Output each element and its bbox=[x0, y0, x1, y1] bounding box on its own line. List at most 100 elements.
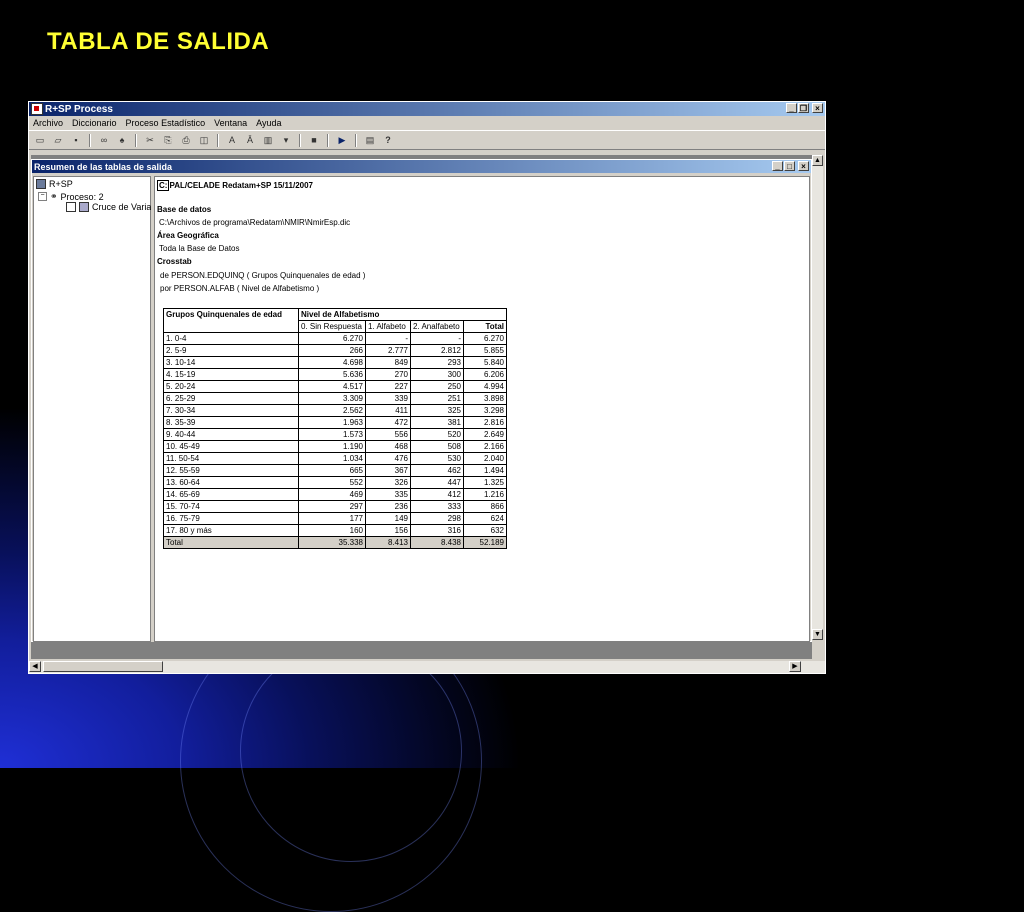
value-cell: 6.270 bbox=[298, 332, 366, 345]
restore-button[interactable]: ❐ bbox=[798, 103, 809, 113]
menu-ventana[interactable]: Ventana bbox=[214, 118, 247, 128]
vertical-scrollbar[interactable]: ▲ ▼ bbox=[812, 155, 823, 640]
scroll-up-button[interactable]: ▲ bbox=[812, 155, 823, 166]
row-label-cell: 5. 20-24 bbox=[163, 380, 299, 393]
column-header: 1. Alfabeto bbox=[365, 320, 411, 333]
stop-icon[interactable]: ■ bbox=[307, 134, 321, 147]
crosstab-col-var: por PERSON.ALFAB ( Nivel de Alfabetismo … bbox=[160, 284, 320, 293]
run-icon[interactable]: ▶ bbox=[335, 134, 349, 147]
value-cell: 297 bbox=[298, 500, 366, 513]
tree-root-label: R+SP bbox=[49, 179, 73, 189]
value-cell: 149 bbox=[365, 512, 411, 525]
toolbar-separator bbox=[135, 133, 137, 147]
value-cell: 849 bbox=[365, 356, 411, 369]
cut-icon[interactable]: ✂ bbox=[143, 134, 157, 147]
child-minimize-button[interactable]: _ bbox=[772, 161, 783, 171]
value-cell: 3.898 bbox=[463, 392, 507, 405]
value-cell: 35.338 bbox=[298, 536, 366, 549]
tree-root[interactable]: R+SP bbox=[36, 179, 73, 189]
scroll-thumb[interactable] bbox=[43, 661, 163, 672]
child-maximize-button[interactable]: □ bbox=[784, 161, 795, 171]
close-button[interactable]: × bbox=[812, 103, 823, 113]
value-cell: 462 bbox=[410, 464, 464, 477]
row-label-cell: 16. 75-79 bbox=[163, 512, 299, 525]
menu-proceso-estadistico[interactable]: Proceso Estadístico bbox=[126, 118, 206, 128]
value-cell: 866 bbox=[463, 500, 507, 513]
table-row: 5. 20-24 4.517 227 250 4.994 bbox=[163, 380, 507, 393]
font-smaller-icon[interactable]: Ā bbox=[243, 134, 257, 147]
print-icon[interactable]: ⎙ bbox=[179, 134, 193, 147]
value-cell: 6.270 bbox=[463, 332, 507, 345]
child-title: Resumen de las tablas de salida bbox=[34, 161, 173, 172]
value-cell: 2.812 bbox=[410, 344, 464, 357]
db-label: Base de datos bbox=[157, 205, 212, 214]
value-cell: 5.636 bbox=[298, 368, 366, 381]
find-replace-icon[interactable]: ♠ bbox=[115, 134, 129, 147]
chart-dropdown-icon[interactable]: ▾ bbox=[279, 134, 293, 147]
report-header-text: PAL/CELADE Redatam+SP 15/11/2007 bbox=[169, 181, 314, 190]
child-titlebar[interactable]: Resumen de las tablas de salida _ □ × bbox=[32, 160, 811, 173]
value-cell: 1.963 bbox=[298, 416, 366, 429]
properties-icon[interactable]: ▤ bbox=[363, 134, 377, 147]
row-header: Grupos Quinquenales de edad bbox=[163, 308, 299, 321]
table-row: 11. 50-54 1.034 476 530 2.040 bbox=[163, 452, 507, 465]
value-cell: 8.438 bbox=[410, 536, 464, 549]
value-cell: 624 bbox=[463, 512, 507, 525]
row-label-cell: 14. 65-69 bbox=[163, 488, 299, 501]
menu-archivo[interactable]: Archivo bbox=[33, 118, 63, 128]
new-file-icon[interactable]: ▭ bbox=[33, 134, 47, 147]
scroll-right-button[interactable]: ▶ bbox=[789, 661, 801, 672]
value-cell: 227 bbox=[365, 380, 411, 393]
app-icon[interactable] bbox=[31, 103, 43, 115]
value-cell: 1.034 bbox=[298, 452, 366, 465]
value-cell: 293 bbox=[410, 356, 464, 369]
value-cell: 298 bbox=[410, 512, 464, 525]
table-row: 14. 65-69 469 335 412 1.216 bbox=[163, 488, 507, 501]
row-label-cell: 9. 40-44 bbox=[163, 428, 299, 441]
row-label-cell: 4. 15-19 bbox=[163, 368, 299, 381]
menu-ayuda[interactable]: Ayuda bbox=[256, 118, 281, 128]
db-path: C:\Archivos de programa\Redatam\NMIR\Nmi… bbox=[159, 218, 351, 227]
binoculars-icon[interactable]: ∞ bbox=[97, 134, 111, 147]
minimize-button[interactable]: _ bbox=[786, 103, 797, 113]
collapse-icon[interactable]: − bbox=[38, 192, 47, 201]
scroll-left-button[interactable]: ◀ bbox=[29, 661, 41, 672]
menu-diccionario[interactable]: Diccionario bbox=[72, 118, 117, 128]
save-icon[interactable]: ▪ bbox=[69, 134, 83, 147]
value-cell: 1.494 bbox=[463, 464, 507, 477]
value-cell: 2.040 bbox=[463, 452, 507, 465]
print-preview-icon[interactable]: ◫ bbox=[197, 134, 211, 147]
checkbox-icon[interactable] bbox=[66, 202, 76, 212]
app-window: R+SP Process _ ❐ × Archivo Diccionario P… bbox=[28, 101, 826, 674]
toolbar: ▭ ▱ ▪ ∞ ♠ ✂ ⎘ ⎙ ◫ A Ā ▥ ▾ ■ ▶ ▤ ? bbox=[29, 130, 825, 150]
tree-process[interactable]: − ⚭ Proceso: 2 bbox=[38, 191, 104, 202]
value-cell: 270 bbox=[365, 368, 411, 381]
app-title: R+SP Process bbox=[45, 103, 113, 115]
value-cell: 1.216 bbox=[463, 488, 507, 501]
copy-icon[interactable]: ⎘ bbox=[161, 134, 175, 147]
value-cell: 2.166 bbox=[463, 440, 507, 453]
value-cell: 632 bbox=[463, 524, 507, 537]
report-header: C: PAL/CELADE Redatam+SP 15/11/2007 bbox=[157, 180, 313, 191]
report-header-prefix: C: bbox=[157, 180, 170, 191]
tree-process-label: Proceso: 2 bbox=[60, 191, 104, 202]
child-close-button[interactable]: × bbox=[798, 161, 809, 171]
table-row: 13. 60-64 552 326 447 1.325 bbox=[163, 476, 507, 489]
app-titlebar[interactable]: R+SP Process _ ❐ × bbox=[29, 102, 825, 116]
value-cell: 530 bbox=[410, 452, 464, 465]
area-value: Toda la Base de Datos bbox=[159, 244, 240, 253]
value-cell: 52.189 bbox=[463, 536, 507, 549]
horizontal-scrollbar[interactable]: ◀ ▶ bbox=[29, 661, 825, 673]
value-cell: 2.562 bbox=[298, 404, 366, 417]
font-larger-icon[interactable]: A bbox=[225, 134, 239, 147]
tree-crosstab-item[interactable]: Cruce de Varia bbox=[66, 202, 151, 212]
output-summary-window: Resumen de las tablas de salida _ □ × R+… bbox=[31, 159, 812, 642]
value-cell: 251 bbox=[410, 392, 464, 405]
scroll-down-button[interactable]: ▼ bbox=[812, 629, 823, 640]
area-label: Área Geográfica bbox=[157, 231, 219, 240]
table-row: 15. 70-74 297 236 333 866 bbox=[163, 500, 507, 513]
value-cell: 1.325 bbox=[463, 476, 507, 489]
open-folder-icon[interactable]: ▱ bbox=[51, 134, 65, 147]
help-icon[interactable]: ? bbox=[381, 134, 395, 147]
chart-icon[interactable]: ▥ bbox=[261, 134, 275, 147]
